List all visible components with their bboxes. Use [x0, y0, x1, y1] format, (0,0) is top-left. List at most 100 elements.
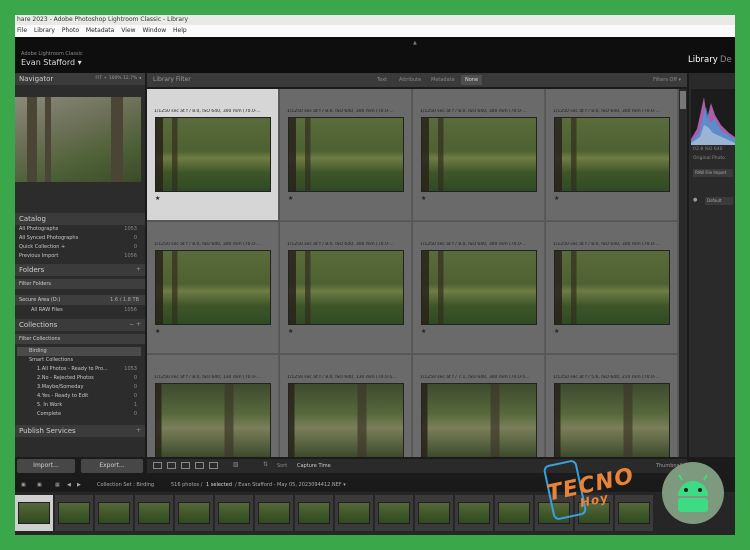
add-publish-icon[interactable]: +: [136, 425, 141, 437]
filmstrip-collection[interactable]: Collection Set : Birding: [97, 479, 154, 491]
collection-item-rejected[interactable]: 2.No - Rejected Photos 0: [17, 374, 141, 383]
filmstrip-thumb[interactable]: [95, 495, 133, 531]
collection-item-in-work[interactable]: 5. In Work 1: [17, 401, 141, 410]
grid-cell[interactable]: 1/1250 sec at f / 8.0, ISO 640, 130 mm (…: [280, 355, 412, 457]
filter-tab-metadata[interactable]: Metadata: [427, 75, 459, 85]
collection-item-yes[interactable]: 4.Yes - Ready to Edit 0: [17, 392, 141, 401]
filters-off-dropdown[interactable]: Filters Off ▾: [653, 73, 681, 87]
volume-row[interactable]: Secure Area (D:) 1.6 / 1.8 TB: [15, 295, 145, 305]
collection-item-all-photos[interactable]: 1.All Photos - Ready to Pro... 1053: [17, 365, 141, 374]
filter-collections-field[interactable]: Filter Collections: [15, 334, 145, 344]
grid-cell[interactable]: 1/1250 sec at f / 8.0, ISO 640, 300 mm (…: [546, 89, 678, 221]
catalog-item-previous-import[interactable]: Previous Import 1056: [17, 252, 141, 261]
grid-cell[interactable]: 1/1250 sec at f / 8.0, ISO 640, 300 mm (…: [280, 89, 412, 221]
grid-cell[interactable]: 1/1250 sec at f / 8.0, ISO 640, 300 mm (…: [546, 222, 678, 354]
menu-view[interactable]: View: [121, 27, 135, 34]
collection-item-complete[interactable]: Complete 0: [17, 410, 141, 419]
menu-window[interactable]: Window: [142, 27, 166, 34]
sort-value[interactable]: Capture Time: [297, 459, 331, 473]
menu-file[interactable]: File: [17, 27, 27, 34]
grid-cell[interactable]: 1/1250 sec at f / 8.0, ISO 640, 300 mm (…: [147, 89, 279, 221]
filter-folders-field[interactable]: Filter Folders: [15, 279, 145, 289]
grid-cell[interactable]: 1/1250 sec at f / 8.0, ISO 640, 300 mm (…: [280, 222, 412, 354]
photo-thumbnail[interactable]: [288, 250, 404, 325]
compare-view-icon[interactable]: [181, 462, 190, 469]
rating-star[interactable]: ★: [554, 195, 559, 202]
rating-star[interactable]: ★: [421, 328, 426, 335]
raw-import-field[interactable]: RAW File Import: [693, 169, 733, 177]
add-collection-icon[interactable]: − +: [129, 319, 141, 331]
grid-icon[interactable]: ▦: [55, 479, 60, 491]
filmstrip-thumb[interactable]: [415, 495, 453, 531]
filter-tab-text[interactable]: Text: [373, 75, 391, 85]
rating-star[interactable]: ★: [288, 195, 293, 202]
histogram[interactable]: [691, 89, 735, 145]
filmstrip-thumb[interactable]: [375, 495, 413, 531]
add-folder-icon[interactable]: +: [136, 264, 141, 276]
import-button[interactable]: Import...: [17, 459, 75, 473]
collection-item-maybe[interactable]: 3.Maybe/Someday 0: [17, 383, 141, 392]
grid-cell[interactable]: 1/1250 sec at f / 8.0, ISO 640, 300 mm (…: [147, 222, 279, 354]
photo-thumbnail[interactable]: [554, 250, 670, 325]
menu-metadata[interactable]: Metadata: [86, 27, 114, 34]
spray-can-icon[interactable]: ▧: [233, 461, 239, 468]
photo-thumbnail[interactable]: [421, 250, 537, 325]
grid-cell[interactable]: 1/1250 sec at f / 8.0, ISO 640, 300 mm (…: [413, 89, 545, 221]
grid-view-icon[interactable]: [153, 462, 162, 469]
filmstrip-thumb[interactable]: [455, 495, 493, 531]
publish-services-header[interactable]: Publish Services +: [15, 425, 145, 437]
folders-header[interactable]: Folders +: [15, 264, 145, 276]
photo-thumbnail[interactable]: [554, 117, 670, 192]
photo-thumbnail[interactable]: [554, 383, 670, 457]
people-view-icon[interactable]: [209, 462, 218, 469]
survey-view-icon[interactable]: [195, 462, 204, 469]
rating-star[interactable]: ★: [288, 328, 293, 335]
grid-cell[interactable]: 1/1250 sec at f / 7.1, ISO 640, 300 mm (…: [413, 355, 545, 457]
module-library[interactable]: Library: [688, 55, 718, 65]
menu-library[interactable]: Library: [34, 27, 55, 34]
filmstrip-thumb[interactable]: [495, 495, 533, 531]
photo-thumbnail[interactable]: [288, 383, 404, 457]
loupe-view-icon[interactable]: [167, 462, 176, 469]
navigator-preview[interactable]: [15, 97, 141, 182]
saved-preset-select[interactable]: Default: [705, 197, 733, 205]
forward-icon[interactable]: ▶: [77, 479, 81, 491]
rating-star[interactable]: ★: [155, 328, 160, 335]
photo-thumbnail[interactable]: [421, 117, 537, 192]
photo-thumbnail[interactable]: [155, 117, 271, 192]
catalog-item-all-synced[interactable]: All Synced Photographs 0: [17, 234, 141, 243]
photo-thumbnail[interactable]: [288, 117, 404, 192]
rating-star[interactable]: ★: [421, 195, 426, 202]
navigator-header[interactable]: Navigator FIT ÷ 100% 12.7% ◂: [15, 73, 145, 85]
grid-scrollbar[interactable]: [679, 89, 687, 457]
grid-cell[interactable]: 1/1250 sec at f / 8.0, ISO 640, 300 mm (…: [413, 222, 545, 354]
catalog-header[interactable]: Catalog: [15, 213, 145, 225]
back-icon[interactable]: ◀: [67, 479, 71, 491]
filmstrip-thumb[interactable]: [335, 495, 373, 531]
photo-thumbnail[interactable]: [155, 383, 271, 457]
rating-star[interactable]: ★: [554, 328, 559, 335]
filmstrip-thumb[interactable]: [175, 495, 213, 531]
collections-header[interactable]: Collections − +: [15, 319, 145, 331]
sort-direction-icon[interactable]: ⇅: [263, 461, 268, 468]
catalog-item-all-photographs[interactable]: All Photographs 1053: [17, 225, 141, 234]
user-name[interactable]: Evan Stafford ▾: [21, 58, 82, 67]
filmstrip-thumb[interactable]: [255, 495, 293, 531]
secondary-window-icon[interactable]: ▣: [21, 479, 26, 491]
folder-item-all-raw[interactable]: All RAW Files 1056: [17, 306, 141, 315]
filmstrip-thumb[interactable]: [55, 495, 93, 531]
navigator-zoom-options[interactable]: FIT ÷ 100% 12.7% ◂: [95, 73, 141, 85]
catalog-item-quick-collection[interactable]: Quick Collection +0: [17, 243, 141, 252]
main-window-icon[interactable]: ▣: [37, 479, 42, 491]
grid-cell[interactable]: 1/1250 sec at f / 8.0, ISO 640, 130 mm (…: [147, 355, 279, 457]
module-develop[interactable]: De: [720, 55, 732, 65]
grid-cell[interactable]: 1/1250 sec at f / 5.6, ISO 640, 210 mm (…: [546, 355, 678, 457]
photo-thumbnail[interactable]: [421, 383, 537, 457]
export-button[interactable]: Export...: [81, 459, 143, 473]
filter-tab-attribute[interactable]: Attribute: [395, 75, 425, 85]
filmstrip-file[interactable]: / Evan Stafford - May 05, 2023094412.NEF…: [235, 479, 346, 491]
photo-thumbnail[interactable]: [155, 250, 271, 325]
collection-item-birding[interactable]: Birding: [17, 347, 141, 356]
filmstrip-thumb[interactable]: [295, 495, 333, 531]
filmstrip-thumb[interactable]: [135, 495, 173, 531]
